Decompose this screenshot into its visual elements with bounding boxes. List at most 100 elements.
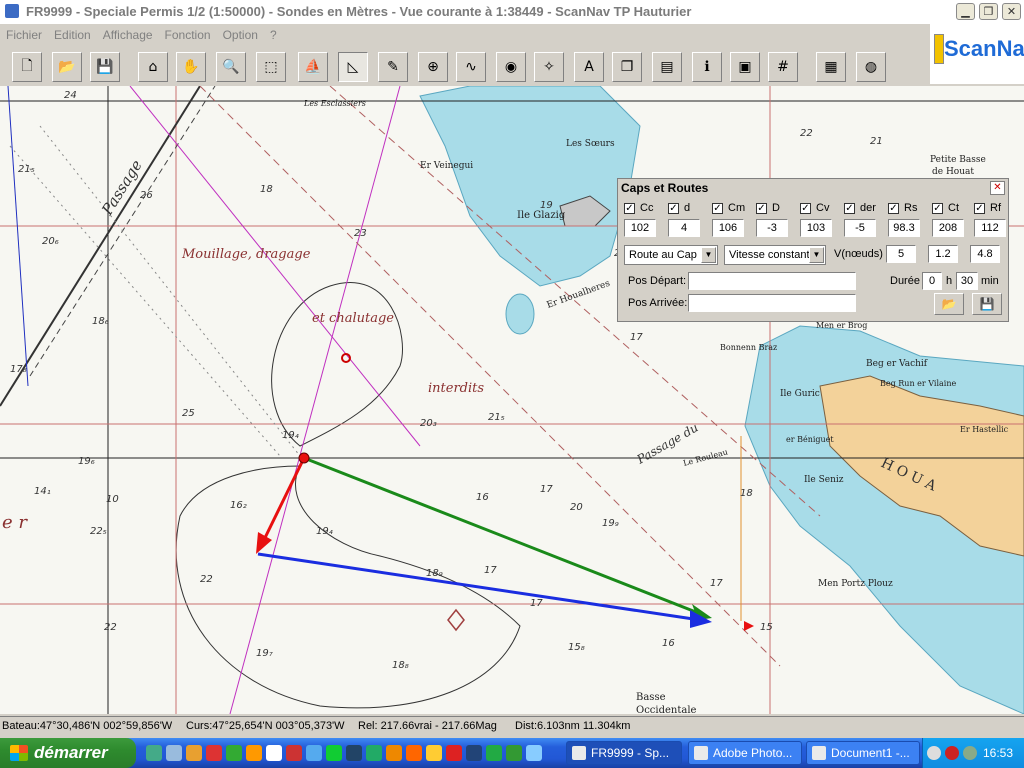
hand-pan-button[interactable]: ✋ [176,52,206,82]
palette-button[interactable]: ◉ [496,52,526,82]
checkbox-d[interactable]: ✓ [668,203,679,214]
menu-fonction[interactable]: Fonction [159,26,217,44]
new-file-button[interactable]: 🗋 [12,52,42,82]
quicklaunch-icon[interactable] [366,745,382,761]
quicklaunch-icon[interactable] [246,745,262,761]
quicklaunch-icon[interactable] [346,745,362,761]
quicklaunch-icon[interactable] [166,745,182,761]
speed-input[interactable]: 5 [886,245,916,263]
boat-button[interactable]: ⛵ [298,52,328,82]
quicklaunch-icon[interactable] [426,745,442,761]
close-button[interactable]: ✕ [1002,3,1021,20]
task-word[interactable]: Document1 -... [806,741,920,765]
save-button[interactable]: 💾 [90,52,120,82]
crosshair-button[interactable]: ⊕ [418,52,448,82]
quicklaunch-icon[interactable] [326,745,342,761]
checkbox-rs[interactable]: ✓ [888,203,899,214]
checkbox-rf[interactable]: ✓ [974,203,985,214]
route-points-button[interactable]: ∿ [456,52,486,82]
checkbox-cv[interactable]: ✓ [800,203,811,214]
quicklaunch-icon[interactable] [406,745,422,761]
pencil-line-button[interactable]: ✎ [378,52,408,82]
field-value-d[interactable]: 4 [668,219,700,237]
quicklaunch-icon[interactable] [226,745,242,761]
field-value-rs[interactable]: 98.3 [888,219,920,237]
scannav-icon [572,746,586,760]
task-photoshop[interactable]: Adobe Photo... [688,741,802,765]
start-button[interactable]: démarrer [0,738,136,768]
toolbar: 🗋 📂 💾 ⌂ ✋ 🔍 ⬚ ⛵ ◺ ✎ ⊕ ∿ ◉ ✧ A ❐ ▤ ℹ ▣ # ▦ ◍ [0,48,930,84]
zoom-button[interactable]: 🔍 [216,52,246,82]
menu-affichage[interactable]: Affichage [97,26,159,44]
network-icon[interactable] [963,746,977,760]
window-title: FR9999 - Speciale Permis 1/2 (1:50000) -… [26,4,692,19]
nautical-chart[interactable]: Passage Mouillage, dragage et chalutage int… [0,86,1024,714]
windows-button[interactable]: ❐ [612,52,642,82]
chart-image-button[interactable]: ▣ [730,52,760,82]
save-route-button[interactable]: 💾 [972,293,1002,315]
quicklaunch-icon[interactable] [446,745,462,761]
chart-label-er-beniguet: er Béniguet [786,435,834,444]
pos-arrivee-input[interactable] [688,294,856,312]
checkbox-cc[interactable]: ✓ [624,203,635,214]
menu-help[interactable]: ? [264,26,283,44]
minimize-button[interactable]: ▁ [956,3,975,20]
value-field-1-2[interactable]: 1.2 [928,245,958,263]
field-value-cv[interactable]: 103 [800,219,832,237]
select-rect-button[interactable]: ⬚ [256,52,286,82]
lighthouse-icon [934,34,944,64]
quicklaunch-icon[interactable] [466,745,482,761]
field-value-rf[interactable]: 112 [974,219,1006,237]
text-button[interactable]: A [574,52,604,82]
field-label-cm: Cm [728,202,746,214]
menu-edition[interactable]: Edition [48,26,97,44]
field-value-cm[interactable]: 106 [712,219,744,237]
security-icon[interactable] [945,746,959,760]
quicklaunch-icon[interactable] [266,745,282,761]
checkbox-ct[interactable]: ✓ [932,203,943,214]
open-route-button[interactable]: 📂 [934,293,964,315]
gps-device-button[interactable]: ▦ [816,52,846,82]
checkbox-cm[interactable]: ✓ [712,203,723,214]
quicklaunch-icon[interactable] [386,745,402,761]
chevron-down-icon: ▼ [701,247,716,263]
speed-mode-select[interactable]: Vitesse constant ▼ [724,245,826,265]
quicklaunch-icon[interactable] [146,745,162,761]
depth-sounding: 22 [200,574,213,585]
quicklaunch-icon[interactable] [286,745,302,761]
open-folder-button[interactable]: 📂 [52,52,82,82]
firefox-icon[interactable] [186,745,202,761]
depth-sounding: 17 [710,578,723,589]
pos-depart-input[interactable] [688,272,856,290]
menu-option[interactable]: Option [217,26,264,44]
field-value-der[interactable]: -5 [844,219,876,237]
quicklaunch-icon[interactable] [526,745,542,761]
quicklaunch-icon[interactable] [486,745,502,761]
home-button[interactable]: ⌂ [138,52,168,82]
title-bar: FR9999 - Speciale Permis 1/2 (1:50000) -… [0,0,1024,24]
field-value-d[interactable]: -3 [756,219,788,237]
compass-button[interactable]: ◍ [856,52,886,82]
checkbox-der[interactable]: ✓ [844,203,855,214]
value-field-4-8[interactable]: 4.8 [970,245,1000,263]
book-button[interactable]: ▤ [652,52,682,82]
menu-fichier[interactable]: Fichier [0,26,48,44]
field-value-ct[interactable]: 208 [932,219,964,237]
grid-button[interactable]: # [768,52,798,82]
restore-button[interactable]: ❐ [979,3,998,20]
quicklaunch-icon[interactable] [506,745,522,761]
field-value-cc[interactable]: 102 [624,219,656,237]
track-button[interactable]: ✧ [534,52,564,82]
dialog-close-button[interactable]: ✕ [990,181,1005,195]
duree-minutes-input[interactable]: 30 [956,272,978,290]
duree-hours-input[interactable]: 0 [922,272,942,290]
chevron-left-icon[interactable] [927,746,941,760]
checkbox-d[interactable]: ✓ [756,203,767,214]
task-scannav[interactable]: FR9999 - Sp... [566,741,682,765]
triangle-route-button[interactable]: ◺ [338,52,368,82]
app-icon [5,4,19,18]
info-button[interactable]: ℹ [692,52,722,82]
route-mode-select[interactable]: Route au Cap ▼ [624,245,718,265]
quicklaunch-icon[interactable] [206,745,222,761]
quicklaunch-icon[interactable] [306,745,322,761]
